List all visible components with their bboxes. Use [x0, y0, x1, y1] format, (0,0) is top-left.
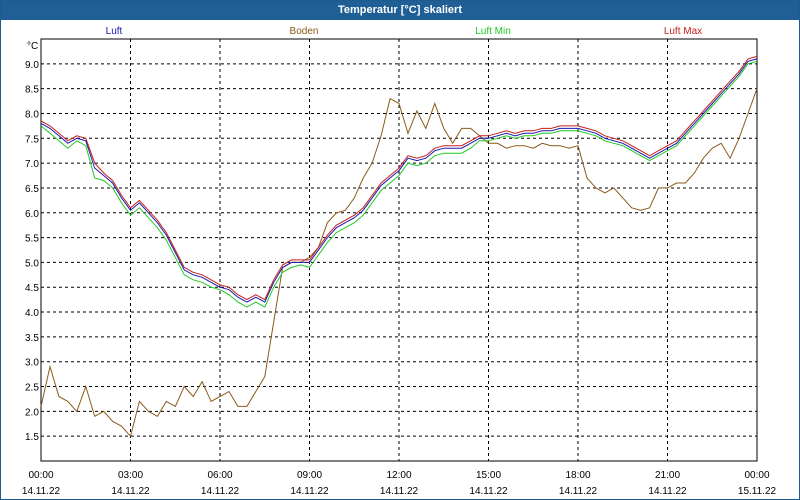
legend-entry: Luft Max	[664, 26, 702, 37]
x-tick-time: 18:00	[565, 470, 590, 481]
y-axis-label: °C	[27, 41, 38, 52]
y-tick-label: 2.5	[25, 383, 39, 394]
x-tick-date: 14.11.22	[380, 486, 419, 497]
y-tick-label: 9.0	[25, 60, 39, 71]
legend-entry: Luft	[106, 26, 123, 37]
x-tick-date: 15.11.22	[738, 486, 777, 497]
x-tick-date: 14.11.22	[648, 486, 687, 497]
x-tick-date: 14.11.22	[111, 486, 150, 497]
legend-entry: Luft Min	[475, 26, 511, 37]
y-tick-label: 3.0	[25, 358, 39, 369]
y-tick-label: 4.5	[25, 283, 39, 294]
x-tick-time: 15:00	[476, 470, 501, 481]
legend-entry: Boden	[290, 26, 319, 37]
y-tick-label: 2.0	[25, 407, 39, 418]
y-tick-label: 3.5	[25, 333, 39, 344]
y-tick-label: 1.5	[25, 432, 39, 443]
x-tick-date: 14.11.22	[469, 486, 508, 497]
grid-lines	[41, 39, 757, 461]
x-tick-time: 06:00	[207, 470, 232, 481]
x-tick-time: 12:00	[386, 470, 411, 481]
y-tick-label: 7.5	[25, 134, 39, 145]
y-tick-label: 6.5	[25, 184, 39, 195]
y-tick-label: 5.0	[25, 258, 39, 269]
chart-window: Temperatur [°C] skaliert 9.0 8.5 8.0 7.5 7.0…	[0, 0, 800, 500]
temperature-chart: 9.0 8.5 8.0 7.5 7.0 6.5 6.0 5.5 5.0 4.5 4.0 3.5 3.0 2…	[22, 26, 777, 497]
x-tick-date: 14.11.22	[201, 486, 240, 497]
x-tick-time: 09:00	[297, 470, 322, 481]
x-tick-time: 00:00	[744, 470, 769, 481]
y-tick-label: 6.0	[25, 209, 39, 220]
x-tick-time: 00:00	[28, 470, 53, 481]
x-axis-ticks: 00:00 14.11.22 03:00 14.11.22 06:00 14.11.22 0…	[22, 470, 777, 497]
y-tick-label: 5.5	[25, 234, 39, 245]
legend: Luft Boden Luft Min Luft Max	[106, 26, 703, 37]
x-tick-date: 14.11.22	[559, 486, 598, 497]
x-tick-date: 14.11.22	[22, 486, 61, 497]
y-tick-label: 7.0	[25, 159, 39, 170]
x-tick-date: 14.11.22	[290, 486, 329, 497]
y-tick-label: 4.0	[25, 308, 39, 319]
x-tick-time: 03:00	[118, 470, 143, 481]
y-tick-label: 8.0	[25, 109, 39, 120]
y-axis-ticks: 9.0 8.5 8.0 7.5 7.0 6.5 6.0 5.5 5.0 4.5 4.0 3.5 3.0 2…	[25, 60, 39, 443]
y-tick-label: 8.5	[25, 85, 39, 96]
x-tick-time: 21:00	[655, 470, 680, 481]
